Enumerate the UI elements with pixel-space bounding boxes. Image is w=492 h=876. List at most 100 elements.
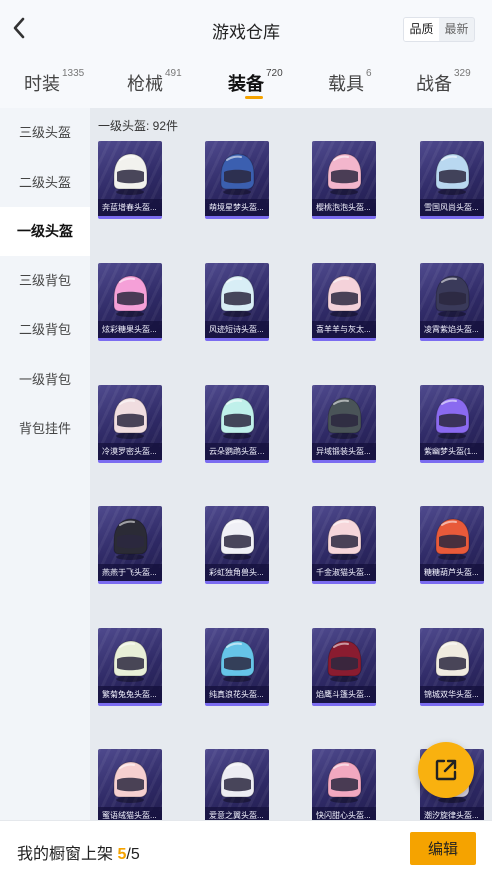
helmet-icon	[327, 518, 362, 560]
helmet-icon	[113, 275, 148, 317]
item-name: 彩虹独角兽头...	[205, 564, 269, 581]
item-name: 炫彩糖果头盔...	[98, 321, 162, 338]
item-card[interactable]: 樱桃泡泡头盔...	[312, 141, 376, 219]
item-card[interactable]: 爱意之翼头盔...	[205, 749, 269, 820]
edit-button[interactable]: 编辑	[410, 832, 476, 865]
item-card[interactable]: 云朵鹦鹉头盔(1...	[205, 385, 269, 463]
sort-option-latest[interactable]: 最新	[439, 18, 474, 41]
tab-count: 491	[165, 68, 182, 79]
header-bar: 游戏仓库 品质 最新	[0, 0, 492, 58]
item-card[interactable]: 繁菊兔兔头盔...	[98, 628, 162, 706]
item-card[interactable]: 雪国风尚头盔...	[420, 141, 484, 219]
tab-label: 枪械	[127, 74, 163, 94]
helmet-icon	[327, 761, 362, 803]
item-card[interactable]: 彩虹独角兽头...	[205, 506, 269, 584]
item-name: 樱桃泡泡头盔...	[312, 199, 376, 216]
helmet-icon	[113, 640, 148, 682]
helmet-icon	[220, 518, 255, 560]
tab-label: 时装	[24, 74, 60, 94]
item-card[interactable]: 凌霄紫焰头盔...	[420, 263, 484, 341]
item-name: 蜜语绒猫头盔...	[98, 807, 162, 820]
helmet-icon	[327, 640, 362, 682]
chevron-left-icon[interactable]	[10, 16, 28, 40]
item-name: 繁菊兔兔头盔...	[98, 686, 162, 703]
item-card[interactable]: 炫彩糖果头盔...	[98, 263, 162, 341]
helmet-icon	[435, 275, 470, 317]
tab-vehicles[interactable]: 载具6	[328, 68, 372, 96]
item-name: 千金淑猫头盔...	[312, 564, 376, 581]
tab-label: 装备	[228, 74, 264, 94]
tab-count: 1335	[62, 68, 85, 79]
sidebar-item-backpack-lv1[interactable]: 一级背包	[0, 355, 90, 404]
item-card[interactable]: 糖糖葫芦头盔...	[420, 506, 484, 584]
item-grid-panel: 一级头盔: 92件 奔蓝增春头盔... 萌境星梦头盔... 樱桃泡泡头盔... 雪国风…	[90, 108, 492, 820]
item-card[interactable]: 纯真浪花头盔...	[205, 628, 269, 706]
helmet-icon	[220, 640, 255, 682]
item-card[interactable]: 锦城双华头盔...	[420, 628, 484, 706]
helmet-icon	[220, 153, 255, 195]
item-name: 风迹短诗头盔...	[205, 321, 269, 338]
tab-label: 载具	[328, 74, 364, 94]
item-name: 潮汐旋律头盔...	[420, 807, 484, 820]
item-name: 云朵鹦鹉头盔(1...	[205, 443, 269, 460]
item-name: 喜羊羊与灰太...	[312, 321, 376, 338]
sort-toggle: 品质 最新	[403, 17, 475, 42]
tab-count: 329	[454, 68, 471, 79]
tab-count: 6	[366, 68, 372, 79]
category-tabs: 时装1335 枪械491 装备720 载具6 战备329	[0, 58, 492, 108]
item-card[interactable]: 异域锻装头盔...	[312, 385, 376, 463]
item-card[interactable]: 千金淑猫头盔...	[312, 506, 376, 584]
item-card[interactable]: 焰鹰斗篷头盔...	[312, 628, 376, 706]
item-card[interactable]: 奔蓝增春头盔...	[98, 141, 162, 219]
tab-count: 720	[266, 68, 283, 79]
item-card[interactable]: 喜羊羊与灰太...	[312, 263, 376, 341]
helmet-icon	[435, 640, 470, 682]
item-card[interactable]: 燕燕于飞头盔...	[98, 506, 162, 584]
item-name: 异域锻装头盔...	[312, 443, 376, 460]
item-name: 萌境星梦头盔...	[205, 199, 269, 216]
helmet-icon	[435, 397, 470, 439]
helmet-icon	[220, 275, 255, 317]
sidebar-item-helmet-lv2[interactable]: 二级头盔	[0, 158, 90, 207]
item-card[interactable]: 蜜语绒猫头盔...	[98, 749, 162, 820]
sidebar-item-backpack-lv2[interactable]: 二级背包	[0, 305, 90, 354]
item-name: 紫幽梦头盔(1...	[420, 443, 484, 460]
helmet-icon	[435, 153, 470, 195]
item-name: 凌霄紫焰头盔...	[420, 321, 484, 338]
sort-option-quality[interactable]: 品质	[404, 18, 439, 41]
helmet-icon	[327, 397, 362, 439]
helmet-icon	[113, 761, 148, 803]
helmet-icon	[220, 761, 255, 803]
item-card[interactable]: 快闪甜心头盔...	[312, 749, 376, 820]
subcategory-sidebar: 三级头盔 二级头盔 一级头盔 三级背包 二级背包 一级背包 背包挂件	[0, 108, 90, 820]
item-name: 糖糖葫芦头盔...	[420, 564, 484, 581]
tab-supplies[interactable]: 战备329	[416, 68, 471, 96]
helmet-icon	[113, 153, 148, 195]
item-name: 锦城双华头盔...	[420, 686, 484, 703]
sidebar-item-backpack-charm[interactable]: 背包挂件	[0, 404, 90, 453]
sidebar-item-helmet-lv3[interactable]: 三级头盔	[0, 108, 90, 157]
helmet-icon	[435, 518, 470, 560]
helmet-icon	[327, 153, 362, 195]
tab-equipment[interactable]: 装备720	[228, 68, 283, 96]
item-card[interactable]: 风迹短诗头盔...	[205, 263, 269, 341]
external-link-icon	[435, 759, 457, 781]
item-name: 爱意之翼头盔...	[205, 807, 269, 820]
footer-bar: 我的橱窗上架 5/5 编辑	[0, 820, 492, 876]
sidebar-item-backpack-lv3[interactable]: 三级背包	[0, 256, 90, 305]
share-button[interactable]	[418, 742, 474, 798]
helmet-icon	[113, 397, 148, 439]
item-card[interactable]: 紫幽梦头盔(1...	[420, 385, 484, 463]
sidebar-item-helmet-lv1[interactable]: 一级头盔	[0, 207, 90, 256]
showcase-total: 5	[130, 846, 140, 863]
item-name: 奔蓝增春头盔...	[98, 199, 162, 216]
item-card[interactable]: 冷漠罗密头盔...	[98, 385, 162, 463]
tab-label: 战备	[416, 74, 452, 94]
tab-weapons[interactable]: 枪械491	[127, 68, 182, 96]
item-card[interactable]: 萌境星梦头盔...	[205, 141, 269, 219]
item-name: 快闪甜心头盔...	[312, 807, 376, 820]
tab-fashion[interactable]: 时装1335	[24, 68, 85, 96]
item-name: 雪国风尚头盔...	[420, 199, 484, 216]
item-name: 燕燕于飞头盔...	[98, 564, 162, 581]
item-name: 焰鹰斗篷头盔...	[312, 686, 376, 703]
